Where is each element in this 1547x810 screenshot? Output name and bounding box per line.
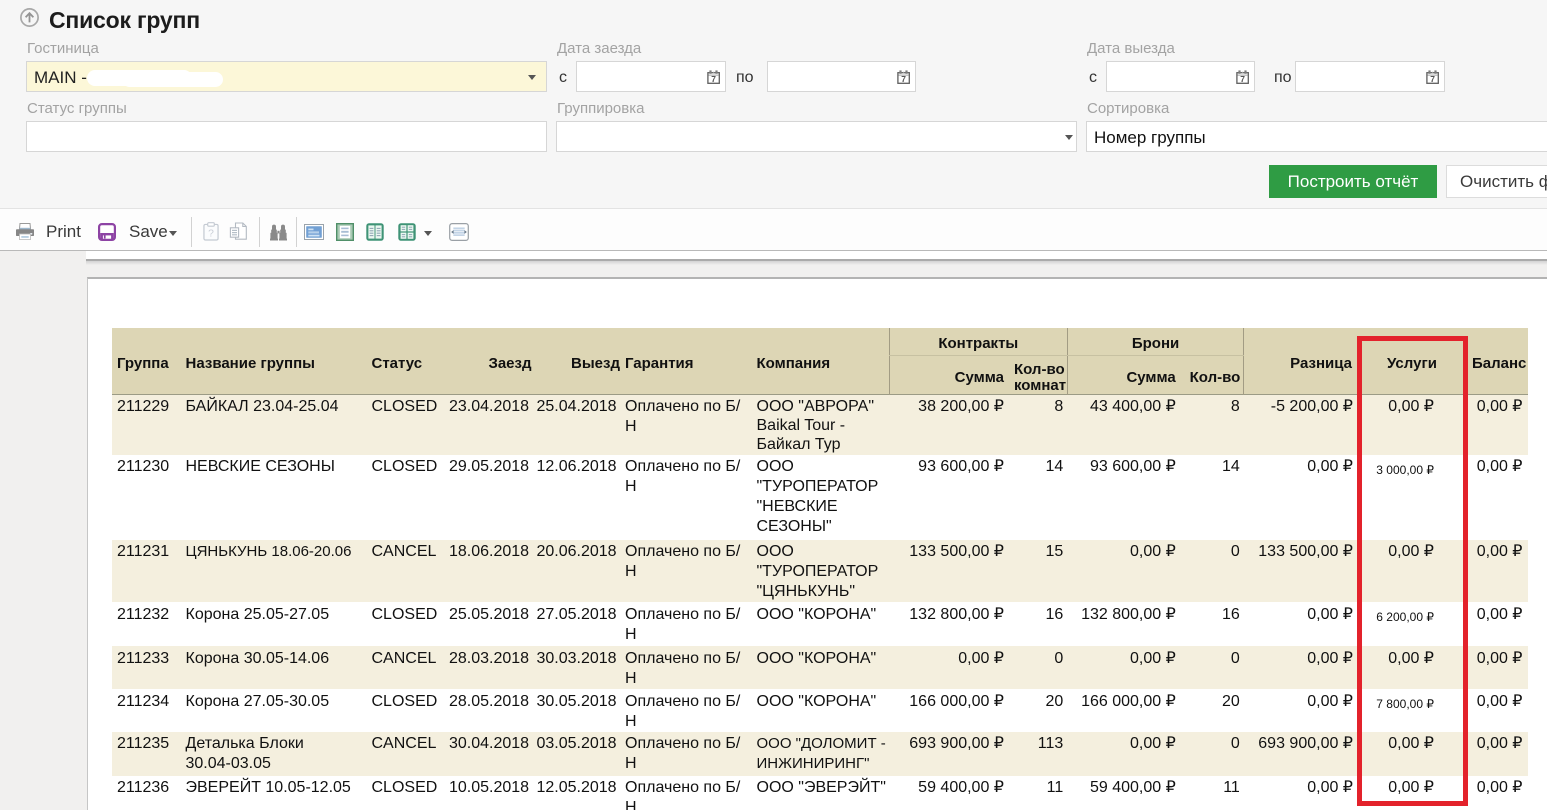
svg-text:?: ? [208,229,214,240]
